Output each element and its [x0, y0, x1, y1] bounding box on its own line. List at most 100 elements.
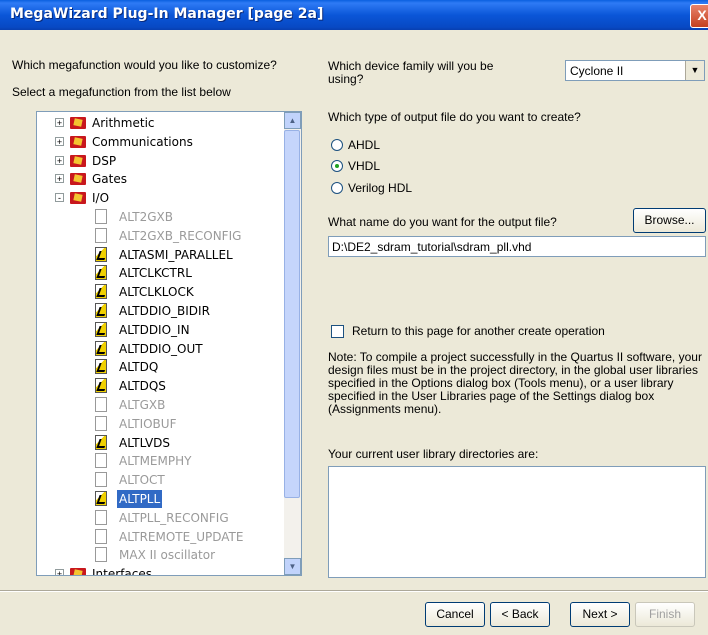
- footer-divider: [0, 590, 708, 592]
- tree-item-label: MAX II oscillator: [119, 548, 216, 563]
- tree-row[interactable]: ALTDQS: [37, 377, 283, 395]
- tree-item-label: ALTDDIO_OUT: [119, 341, 203, 356]
- return-checkbox[interactable]: [331, 325, 344, 338]
- tree-item-label: ALT2GXB: [119, 210, 173, 224]
- tree-item-label: ALTDQ: [119, 360, 159, 375]
- radio-vhdl[interactable]: [331, 160, 343, 172]
- tree-item-label: ALTCLKCTRL: [119, 266, 192, 281]
- tree-row[interactable]: ALTREMOTE_UPDATE: [37, 528, 283, 546]
- tree-row[interactable]: + Arithmetic: [37, 114, 283, 132]
- expand-icon[interactable]: +: [55, 174, 64, 184]
- tree-row[interactable]: ALT2GXB: [37, 208, 283, 226]
- megafunction-icon: [95, 491, 107, 506]
- back-button[interactable]: < Back: [490, 602, 550, 627]
- tree-row[interactable]: ALTDDIO_BIDIR: [37, 302, 283, 320]
- close-button[interactable]: X: [690, 4, 708, 28]
- megafunction-icon: [95, 284, 107, 300]
- folder-icon: [70, 117, 86, 129]
- tree-item-label: ALTPLL: [117, 490, 163, 508]
- user-libs-list[interactable]: [328, 466, 706, 578]
- megafunction-icon: [95, 472, 107, 488]
- device-family-select[interactable]: Cyclone II ▼: [565, 60, 705, 81]
- expand-icon[interactable]: +: [55, 569, 64, 575]
- tree-item-label: ALTLVDS: [119, 435, 171, 450]
- megafunction-icon: [95, 246, 107, 262]
- radio-ahdl-label[interactable]: AHDL: [348, 138, 380, 152]
- tree-row[interactable]: ALTIOBUF: [37, 415, 283, 433]
- megafunction-icon: [95, 415, 107, 431]
- megafunction-icon: [95, 321, 107, 337]
- tree-row[interactable]: ALTDDIO_IN: [37, 321, 283, 339]
- tree-folder-label: I/O: [92, 191, 110, 206]
- browse-button[interactable]: Browse...: [633, 208, 706, 233]
- tree-row[interactable]: + DSP: [37, 152, 283, 170]
- scroll-up-button[interactable]: ▲: [284, 112, 301, 129]
- radio-ahdl[interactable]: [331, 139, 343, 151]
- tree-row[interactable]: + Communications: [37, 133, 283, 151]
- window-title: MegaWizard Plug-In Manager [page 2a]: [10, 6, 324, 22]
- radio-verilog-label[interactable]: Verilog HDL: [348, 181, 412, 195]
- collapse-icon[interactable]: -: [55, 193, 64, 203]
- tree-row[interactable]: ALTDQ: [37, 358, 283, 376]
- tree-folder-label: Arithmetic: [92, 116, 155, 130]
- tree-row[interactable]: MAX II oscillator: [37, 546, 283, 564]
- device-family-question: Which device family will you be using?: [328, 59, 494, 86]
- megafunction-icon: [95, 453, 107, 469]
- radio-verilog[interactable]: [331, 182, 343, 194]
- tree-row[interactable]: ALT2GXB_RECONFIG: [37, 227, 283, 245]
- note-text: Note: To compile a project successfully …: [328, 350, 702, 416]
- tree-item-label: ALTDDIO_BIDIR: [119, 304, 210, 318]
- device-family-value: Cyclone II: [570, 64, 624, 78]
- tree-row[interactable]: ALTMEMPHY: [37, 452, 283, 470]
- tree-row[interactable]: ALTOCT: [37, 471, 283, 489]
- megafunction-instruction: Select a megafunction from the list belo…: [12, 85, 231, 99]
- tree-folder-label: Interfaces: [92, 567, 152, 576]
- megafunction-question: Which megafunction would you like to cus…: [12, 58, 277, 72]
- next-button[interactable]: Next >: [570, 602, 630, 627]
- expand-icon[interactable]: +: [55, 155, 64, 165]
- folder-icon: [70, 568, 86, 575]
- megafunction-tree[interactable]: ▲ ▼ + Arithmetic + Communications + DSP + Gates…: [36, 111, 302, 576]
- tree-row[interactable]: - I/O: [37, 189, 283, 207]
- megafunction-icon: [95, 227, 107, 243]
- megafunction-icon: [95, 359, 107, 375]
- chevron-down-icon: ▼: [288, 562, 297, 571]
- tree-item-label: ALTGXB: [119, 398, 166, 412]
- scroll-thumb[interactable]: [284, 130, 300, 498]
- output-name-question: What name do you want for the output fil…: [328, 215, 557, 229]
- megafunction-icon: [95, 509, 107, 525]
- finish-button[interactable]: Finish: [635, 602, 695, 627]
- tree-row[interactable]: ALTLVDS: [37, 434, 283, 452]
- expand-icon[interactable]: +: [55, 136, 64, 146]
- tree-row[interactable]: ALTPLL_RECONFIG: [37, 509, 283, 527]
- tree-item-label: ALTDQS: [119, 379, 166, 394]
- chevron-down-icon[interactable]: ▼: [685, 61, 704, 80]
- expand-icon[interactable]: +: [55, 118, 64, 128]
- scroll-down-button[interactable]: ▼: [284, 558, 301, 575]
- megafunction-icon: [95, 434, 107, 450]
- tree-row[interactable]: ALTPLL: [37, 490, 283, 508]
- return-checkbox-label[interactable]: Return to this page for another create o…: [352, 324, 605, 338]
- tree-folder-label: Communications: [92, 134, 193, 149]
- tree-row[interactable]: ALTDDIO_OUT: [37, 340, 283, 358]
- tree-row[interactable]: ALTCLKCTRL: [37, 264, 283, 282]
- tree-item-label: ALTCLKLOCK: [119, 285, 194, 300]
- megafunction-icon: [95, 303, 107, 318]
- tree-row[interactable]: + Gates: [37, 170, 283, 188]
- folder-icon: [70, 173, 86, 186]
- cancel-button[interactable]: Cancel: [425, 602, 485, 627]
- megafunction-icon: [95, 397, 107, 412]
- tree-item-label: ALTDDIO_IN: [119, 322, 190, 337]
- tree-item-label: ALTIOBUF: [119, 416, 177, 431]
- megafunction-icon: [95, 340, 107, 356]
- tree-row[interactable]: ALTGXB: [37, 396, 283, 414]
- tree-scrollbar[interactable]: ▲ ▼: [284, 112, 301, 575]
- megafunction-icon: [95, 265, 107, 281]
- output-file-input[interactable]: D:\DE2_sdram_tutorial\sdram_pll.vhd: [328, 236, 706, 257]
- tree-row[interactable]: + Interfaces: [37, 565, 283, 576]
- tree-row[interactable]: ALTASMI_PARALLEL: [37, 246, 283, 264]
- tree-row[interactable]: ALTCLKLOCK: [37, 283, 283, 301]
- megafunction-icon: [95, 209, 107, 224]
- radio-vhdl-label[interactable]: VHDL: [348, 159, 380, 173]
- user-libs-label: Your current user library directories ar…: [328, 447, 539, 461]
